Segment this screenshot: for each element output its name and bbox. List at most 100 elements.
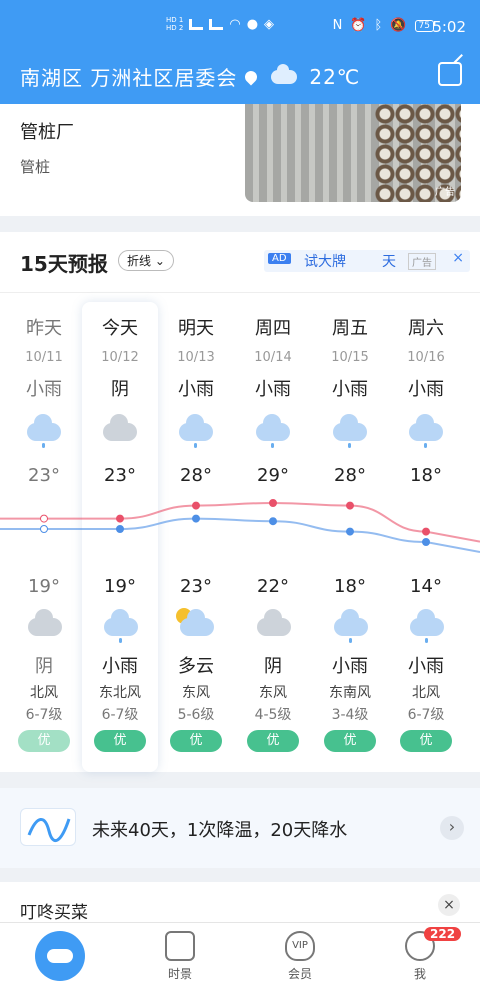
night-weather: 阴	[35, 656, 53, 677]
wind-direction: 东风	[259, 685, 287, 701]
forecast-day-column[interactable]: 今天 10/12 阴 23° 19° 小雨 东北风 6-7级优	[82, 312, 158, 752]
air-quality-badge[interactable]: 优	[170, 730, 222, 752]
tab-scenery[interactable]: 时景	[120, 923, 240, 982]
high-temp-line-point	[269, 499, 277, 507]
tab-vip[interactable]: VIP 会员	[240, 923, 360, 982]
inline-ad-tag: 广告	[408, 253, 436, 270]
picture-icon	[165, 931, 195, 961]
inline-ad[interactable]: AD 试大牌 天 广告 ×	[264, 250, 470, 272]
mute-icon: 🔕	[390, 18, 407, 33]
air-quality-badge[interactable]: 优	[247, 730, 299, 752]
low-temp-line	[0, 517, 480, 553]
low-temp-line-point	[192, 514, 200, 523]
day-date: 10/13	[177, 350, 215, 365]
high-temp-line-point	[346, 501, 354, 510]
cloud-icon	[271, 63, 298, 84]
day-weather: 阴	[111, 379, 129, 400]
status-right-icons: N ⏰ ᛒ 🔕 75	[333, 18, 434, 33]
ad-badge: AD	[268, 253, 291, 264]
signal-icon	[189, 18, 204, 30]
wind-level: 6-7级	[407, 707, 445, 723]
top-header: HD 1 HD 2 ◠ ● ◈ N ⏰ ᛒ 🔕 75 5:02 南湖区 万洲社区居…	[0, 0, 480, 104]
wind-direction: 东南风	[329, 685, 371, 701]
vip-icon: VIP	[285, 931, 315, 961]
air-quality-badge[interactable]: 优	[18, 730, 70, 752]
forty-day-text: 未来40天，1次降温，20天降水	[92, 820, 348, 841]
high-temp-line	[0, 501, 480, 543]
air-quality-badge[interactable]: 优	[400, 730, 452, 752]
shop-card[interactable]: 叮咚买菜 ×	[0, 882, 480, 923]
close-icon[interactable]: ×	[438, 894, 460, 916]
tab-label: 时景	[167, 967, 192, 981]
rain-icon	[331, 414, 369, 448]
low-temp: 19°	[104, 576, 136, 597]
day-date: 10/12	[101, 350, 139, 365]
ad-image[interactable]: 广告	[245, 104, 461, 202]
wind-level: 6-7级	[101, 707, 139, 723]
air-quality-badge[interactable]: 优	[94, 730, 146, 752]
day-name: 今天	[102, 318, 138, 339]
ad-card[interactable]: 管桩厂 管桩 广告	[0, 104, 480, 216]
status-bar: HD 1 HD 2 ◠ ● ◈ N ⏰ ᛒ 🔕 75 5:02	[0, 0, 480, 56]
forecast-title: 15天预报	[20, 252, 108, 276]
wind-direction: 北风	[412, 685, 440, 701]
location-pin-icon	[242, 68, 260, 85]
forecast-day-column[interactable]: 明天 10/13 小雨 28° 23° 多云 东风 5-6级优	[158, 312, 234, 752]
day-date: 10/15	[331, 350, 369, 365]
tab-me[interactable]: 我 222	[360, 923, 480, 982]
high-temp-line-point	[192, 501, 200, 510]
divider	[0, 292, 480, 293]
wind-direction: 北风	[30, 685, 58, 701]
tab-weather-home[interactable]	[0, 923, 120, 981]
low-temp: 14°	[410, 576, 442, 597]
low-temp-line-point	[116, 525, 124, 533]
low-temp-line-point	[40, 525, 48, 533]
forecast-day-column[interactable]: 昨天 10/11 小雨 23° 19° 阴北风 6-7级优	[6, 312, 82, 752]
wind-direction: 东风	[182, 685, 210, 701]
wind-level: 3-4级	[331, 707, 369, 723]
shield-icon: ◈	[264, 16, 275, 32]
tab-bar: 时景 VIP 会员 我 222	[0, 922, 480, 990]
weather-home-icon	[35, 931, 85, 981]
alarm-icon: ⏰	[350, 18, 367, 33]
night-weather: 小雨	[408, 656, 444, 677]
air-quality-badge[interactable]: 优	[324, 730, 376, 752]
forecast-day-column[interactable]: 周五 10/15 小雨 28° 18° 小雨 东南风 3-4级优	[312, 312, 388, 752]
partly-cloudy-icon	[176, 608, 216, 640]
day-weather: 小雨	[26, 379, 62, 400]
forecast-day-column[interactable]: 周六 10/16 小雨 18° 14° 小雨 北风 6-7级优	[388, 312, 464, 752]
day-date: 10/14	[254, 350, 292, 365]
notification-badge: 222	[424, 927, 462, 941]
day-name: 周四	[255, 318, 291, 339]
wind-level: 6-7级	[25, 707, 63, 723]
location-selector[interactable]: 南湖区 万洲社区居委会 22℃	[20, 62, 360, 91]
chevron-right-icon[interactable]: ›	[440, 816, 464, 840]
status-left-icons: HD 1 HD 2 ◠ ● ◈	[166, 16, 274, 32]
ad-tag: 广告	[435, 187, 455, 198]
night-weather: 阴	[264, 656, 282, 677]
rain-icon	[407, 414, 445, 448]
forty-day-banner[interactable]: 未来40天，1次降温，20天降水 ›	[0, 788, 480, 868]
wind-level: 4-5级	[254, 707, 292, 723]
rain-icon	[332, 609, 370, 643]
day-weather: 小雨	[408, 379, 444, 400]
high-temp-line-point	[422, 527, 430, 536]
day-name: 周五	[332, 318, 368, 339]
inline-ad-close-button[interactable]: ×	[452, 250, 464, 266]
battery-icon: 75	[414, 19, 434, 32]
high-temp-line-point	[40, 514, 48, 523]
wifi-icon: ◠	[229, 16, 241, 32]
day-date: 10/16	[407, 350, 445, 365]
day-weather: 小雨	[255, 379, 291, 400]
chart-mode-dropdown[interactable]: 折线 ⌄	[118, 250, 174, 271]
tab-label: 我	[413, 967, 426, 981]
inline-ad-text-2: 天	[382, 254, 396, 270]
rain-icon	[102, 609, 140, 643]
share-icon[interactable]	[438, 62, 462, 86]
forecast-day-column[interactable]: 周四 10/14 小雨 29° 22° 阴东风 4-5级优	[235, 312, 311, 752]
day-weather: 小雨	[178, 379, 214, 400]
location-name: 南湖区 万洲社区居委会	[20, 66, 238, 90]
hd-indicator: HD 1 HD 2	[166, 16, 184, 32]
night-weather: 多云	[178, 656, 214, 677]
temperature-curves	[0, 499, 480, 553]
